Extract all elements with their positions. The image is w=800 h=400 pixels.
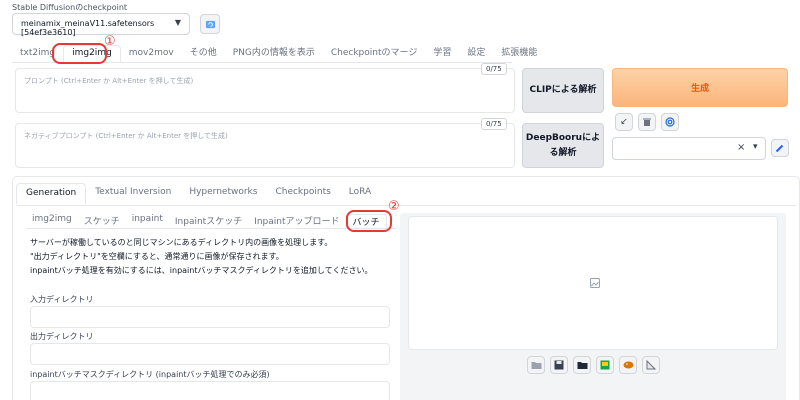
styles-select[interactable]: × ▾ (612, 137, 766, 160)
input-dir-label: 入力ディレクトリ (30, 295, 94, 304)
extra-networks-tab-bar: Generation Textual Inversion Hypernetwor… (16, 183, 380, 204)
callout-number-2: ② (388, 199, 400, 214)
negative-prompt-input[interactable]: ネガティブプロンプト (Ctrl+Enter か Alt+Enter を押して生… (15, 123, 515, 168)
trash-icon (643, 118, 651, 126)
generate-button[interactable]: 生成 (612, 68, 788, 107)
batch-desc-line2: "出力ディレクトリ"を空欄にすると、通常通りに画像が保存されます。 (30, 252, 284, 261)
tab-lora[interactable]: LoRA (340, 183, 380, 204)
subtab-inpaint-sketch[interactable]: Inpaintスケッチ (169, 214, 248, 228)
spiral-icon (665, 117, 675, 127)
send-to-extras-button[interactable] (642, 356, 660, 374)
tab-hypernetworks[interactable]: Hypernetworks (180, 183, 266, 204)
send-to-img2img-button[interactable] (596, 356, 614, 374)
deepbooru-label-line2: る解析 (549, 147, 577, 158)
tab-textual-inversion[interactable]: Textual Inversion (86, 183, 180, 204)
prompt-token-counter: 0/75 (481, 63, 507, 75)
deepbooru-interrogate-button[interactable]: DeepBooruによ る解析 (522, 123, 604, 168)
save-icon (554, 360, 564, 370)
subtab-inpaint-upload[interactable]: Inpaintアップロード (248, 214, 345, 228)
zip-icon (577, 362, 587, 369)
subtab-divider (26, 228, 396, 229)
clip-interrogate-button[interactable]: CLIPによる解析 (522, 68, 604, 113)
checkpoint-label: Stable Diffusionのcheckpoint (12, 3, 128, 12)
batch-desc-line3: inpaintバッチ処理を有効にするには、inpaintバッチマスクディレクトリ… (30, 266, 373, 275)
arrow-down-left-icon: ↙ (620, 117, 628, 127)
folder-icon (531, 362, 541, 369)
negative-prompt-token-counter: 0/75 (481, 118, 507, 130)
tab-extras[interactable]: その他 (182, 45, 225, 62)
read-params-button[interactable]: ↙ (615, 113, 633, 131)
ruler-icon (646, 360, 656, 370)
edit-styles-button[interactable] (771, 139, 789, 157)
output-toolbar (527, 356, 660, 374)
palette-icon (623, 361, 633, 369)
image-placeholder-icon (590, 278, 600, 288)
generation-tab-divider (16, 205, 796, 206)
output-dir-field[interactable] (30, 343, 390, 365)
tab-generation[interactable]: Generation (16, 183, 87, 204)
image-icon (600, 360, 610, 370)
chevron-down-icon: ▼ (174, 18, 181, 27)
refresh-icon (205, 20, 215, 28)
batch-description: サーバーが稼働しているのと同じマシンにあるディレクトリ内の画像を処理します。 "… (30, 236, 372, 278)
save-button[interactable] (550, 356, 568, 374)
checkpoint-value: meinamix_meinaV11.safetensors [54ef3e361… (21, 19, 155, 37)
mask-dir-field[interactable] (30, 381, 390, 400)
tab-png-info[interactable]: PNG内の情報を表示 (225, 45, 323, 62)
input-dir-field[interactable] (30, 306, 390, 328)
tab-checkpoint-merger[interactable]: Checkpointのマージ (323, 45, 425, 62)
tab-extensions[interactable]: 拡張機能 (493, 45, 545, 62)
prompt-input[interactable]: プロンプト (Ctrl+Enter か Alt+Enter を押して生成) (15, 68, 515, 113)
chevron-down-icon: ▾ (753, 142, 758, 152)
deepbooru-label-line1: DeepBooruによ (525, 132, 601, 143)
callout-batch (346, 210, 392, 232)
callout-number-1: ① (104, 34, 116, 49)
subtab-inpaint[interactable]: inpaint (126, 214, 169, 228)
output-gallery[interactable] (408, 216, 778, 350)
tab-mov2mov[interactable]: mov2mov (121, 48, 182, 62)
callout-img2img (52, 43, 107, 64)
send-to-inpaint-button[interactable] (619, 356, 637, 374)
subtab-img2img[interactable]: img2img (26, 214, 78, 228)
batch-desc-line1: サーバーが稼働しているのと同じマシンにあるディレクトリ内の画像を処理します。 (30, 238, 333, 247)
tab-checkpoints[interactable]: Checkpoints (266, 183, 339, 204)
zip-button[interactable] (573, 356, 591, 374)
pencil-icon (775, 144, 784, 153)
img2img-mode-tab-bar: img2img スケッチ inpaint Inpaintスケッチ Inpaint… (26, 214, 387, 228)
clear-prompt-button[interactable] (638, 113, 656, 131)
tab-train[interactable]: 学習 (425, 45, 459, 62)
apply-style-button[interactable] (661, 113, 679, 131)
checkpoint-select[interactable]: meinamix_meinaV11.safetensors [54ef3e361… (12, 13, 190, 37)
tab-settings[interactable]: 設定 (459, 45, 493, 62)
mask-dir-label: inpaintバッチマスクディレクトリ (inpaintバッチ処理でのみ必須) (30, 370, 270, 379)
output-dir-label: 出力ディレクトリ (30, 332, 94, 341)
subtab-sketch[interactable]: スケッチ (78, 214, 126, 228)
clear-styles-icon[interactable]: × (737, 142, 745, 153)
refresh-checkpoint-button[interactable] (200, 14, 220, 34)
open-folder-button[interactable] (527, 356, 545, 374)
